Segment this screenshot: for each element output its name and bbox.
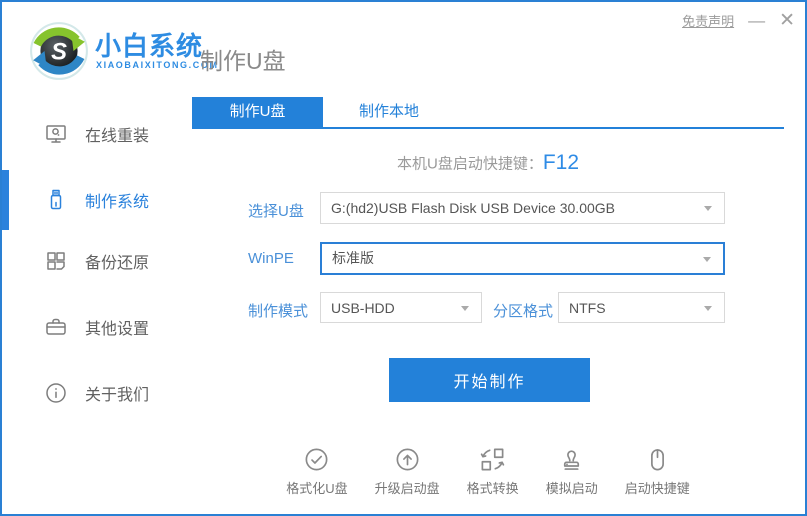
winpe-select-label: WinPE (248, 250, 294, 267)
partition-select-value: NTFS (559, 293, 724, 323)
sidebar-item-online-reinstall[interactable]: 在线重装 (2, 114, 192, 154)
monitor-icon (44, 122, 68, 146)
tool-simulate-boot[interactable]: 模拟启动 (546, 446, 598, 497)
mode-select-label: 制作模式 (248, 300, 308, 321)
boot-hotkey-value: F12 (543, 151, 579, 174)
usb-select-value: G:(hd2)USB Flash Disk USB Device 30.00GB (321, 193, 724, 223)
minimize-button[interactable]: — (748, 12, 765, 29)
tool-boot-hotkey[interactable]: 启动快捷键 (625, 446, 690, 497)
stamp-icon (558, 446, 585, 473)
brand-name: 小白系统 (95, 26, 203, 63)
sidebar-item-label: 在线重装 (85, 122, 149, 146)
svg-text:S: S (51, 38, 67, 65)
sidebar-item-make-system[interactable]: 制作系统 (2, 180, 192, 220)
winpe-select-value: 标准版 (322, 244, 723, 273)
info-icon (44, 381, 68, 405)
app-logo-icon: S (28, 20, 90, 82)
partition-select-label: 分区格式 (493, 300, 553, 321)
boot-hotkey-label: 本机U盘启动快捷键： (397, 156, 543, 173)
sidebar-item-about-us[interactable]: 关于我们 (2, 373, 192, 413)
boot-hotkey-line: 本机U盘启动快捷键：F12 (192, 151, 784, 175)
sidebar-item-backup-restore[interactable]: 备份还原 (2, 241, 192, 281)
chevron-down-icon (704, 206, 712, 211)
tool-label: 格式化U盘 (286, 478, 347, 497)
partition-select[interactable]: NTFS (558, 292, 725, 323)
tool-label: 格式转换 (467, 478, 519, 497)
sidebar-item-label: 制作系统 (85, 188, 149, 212)
usb-select[interactable]: G:(hd2)USB Flash Disk USB Device 30.00GB (320, 192, 725, 224)
titlebar-controls: 免责声明 — ✕ (682, 11, 795, 30)
sidebar-item-other-settings[interactable]: 其他设置 (2, 307, 192, 347)
usb-drive-icon (44, 188, 68, 212)
mouse-icon (644, 446, 671, 473)
convert-icon (479, 446, 506, 473)
chevron-down-icon (703, 257, 711, 262)
bottom-toolbar: 格式化U盘 升级启动盘 格式转换 模拟启 (192, 446, 784, 497)
briefcase-icon (44, 315, 68, 339)
winpe-select[interactable]: 标准版 (320, 242, 725, 275)
tab-make-local[interactable]: 制作本地 (323, 97, 455, 127)
tool-label: 启动快捷键 (625, 478, 690, 497)
arrow-up-circle-icon (394, 446, 421, 473)
tab-underline (192, 127, 784, 129)
tool-format-usb[interactable]: 格式化U盘 (286, 446, 347, 497)
tool-format-convert[interactable]: 格式转换 (467, 446, 519, 497)
tool-upgrade-boot-disk[interactable]: 升级启动盘 (375, 446, 440, 497)
chevron-down-icon (461, 306, 469, 311)
tool-label: 模拟启动 (546, 478, 598, 497)
tab-make-usb[interactable]: 制作U盘 (192, 97, 323, 127)
sidebar-item-label: 备份还原 (85, 249, 149, 273)
grid-icon (44, 249, 68, 273)
sidebar-item-label: 关于我们 (85, 381, 149, 405)
mode-select[interactable]: USB-HDD (320, 292, 482, 323)
close-button[interactable]: ✕ (779, 11, 795, 30)
tool-label: 升级启动盘 (375, 478, 440, 497)
mode-select-value: USB-HDD (321, 293, 481, 323)
app-window: 免责声明 — ✕ S 小白系统 XIAOBAIXITONG.COM 制作U盘 在… (0, 0, 807, 516)
check-circle-icon (303, 446, 330, 473)
page-title: 制作U盘 (200, 42, 286, 76)
disclaimer-link[interactable]: 免责声明 (682, 11, 734, 30)
sidebar-item-label: 其他设置 (85, 315, 149, 339)
usb-select-label: 选择U盘 (248, 200, 304, 221)
chevron-down-icon (704, 306, 712, 311)
start-make-button[interactable]: 开始制作 (389, 358, 590, 402)
